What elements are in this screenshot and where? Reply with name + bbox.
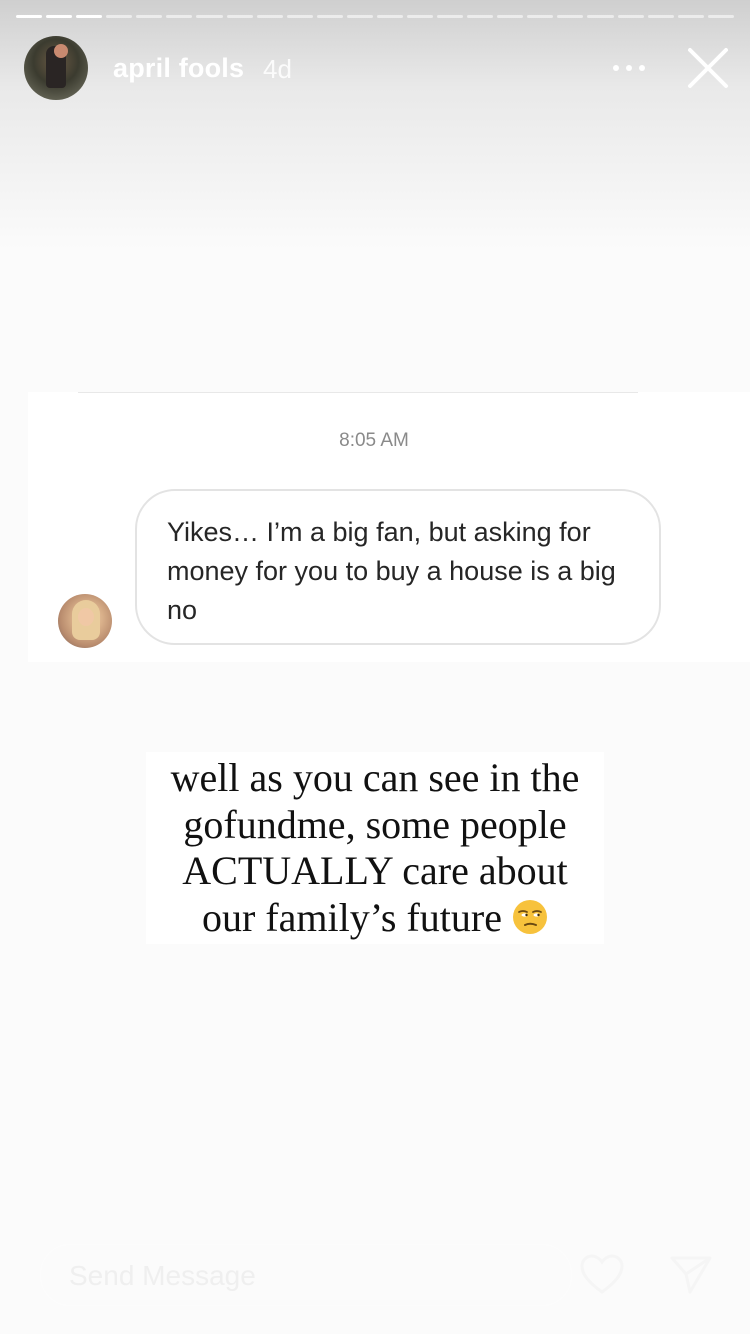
progress-segment <box>677 15 704 18</box>
sender-avatar <box>58 594 112 648</box>
progress-segment <box>346 15 373 18</box>
progress-segment <box>587 15 614 18</box>
like-button[interactable] <box>578 1252 626 1296</box>
share-button[interactable] <box>668 1252 714 1298</box>
story-time-ago: 4d <box>263 54 292 84</box>
caption-line: ACTUALLY care about <box>182 848 568 893</box>
avatar-face-shape <box>78 608 94 626</box>
profile-avatar[interactable] <box>24 36 88 100</box>
more-options-button[interactable] <box>612 52 648 84</box>
close-button[interactable] <box>686 46 730 90</box>
progress-segment <box>46 15 73 18</box>
progress-segment <box>617 15 644 18</box>
progress-segment <box>166 15 193 18</box>
more-dots-icon <box>626 65 632 71</box>
reply-message-input[interactable]: Send Message <box>40 1244 572 1306</box>
story-progress-bar <box>16 15 734 19</box>
avatar-face-shape <box>54 44 68 58</box>
progress-segment <box>76 15 103 18</box>
progress-segment <box>707 15 734 18</box>
caption-line: gofundme, some people <box>183 802 567 847</box>
message-bubble: Yikes… I’m a big fan, but asking for mon… <box>135 489 661 645</box>
send-icon <box>670 1256 712 1294</box>
story-header: april fools 4d <box>24 36 734 100</box>
close-icon <box>688 48 728 88</box>
more-dots-icon <box>639 65 645 71</box>
progress-segment <box>106 15 133 18</box>
more-dots-icon <box>613 65 619 71</box>
dm-timestamp: 8:05 AM <box>339 430 409 451</box>
caption-line-last: our family’s future <box>146 894 604 941</box>
progress-segment <box>376 15 404 18</box>
dm-screenshot-card: 8:05 AM Yikes… I’m a big fan, but asking… <box>28 392 750 662</box>
progress-segment <box>467 15 494 18</box>
story-viewer: april fools 4d 8:05 AM Yikes… I’m a big … <box>0 0 750 1334</box>
progress-segment <box>136 15 163 18</box>
progress-segment <box>557 15 584 18</box>
progress-segment <box>497 15 524 18</box>
progress-segment <box>437 15 464 18</box>
divider <box>78 392 638 393</box>
progress-segment <box>256 15 283 18</box>
caption-line-text: our family’s future <box>202 895 502 940</box>
progress-segment <box>316 15 343 18</box>
heart-icon <box>580 1254 624 1294</box>
progress-segment <box>527 15 554 18</box>
caption-line: well as you can see in the <box>170 755 580 800</box>
story-username[interactable]: april fools <box>113 53 244 84</box>
progress-segment <box>647 15 674 18</box>
progress-segment <box>286 15 313 18</box>
progress-segment <box>196 15 223 18</box>
progress-segment <box>226 15 253 18</box>
progress-segment <box>407 15 434 18</box>
reply-placeholder: Send Message <box>69 1260 256 1291</box>
story-caption: well as you can see in the gofundme, som… <box>146 752 604 944</box>
progress-segment <box>16 15 43 18</box>
unamused-face-icon <box>512 900 547 934</box>
